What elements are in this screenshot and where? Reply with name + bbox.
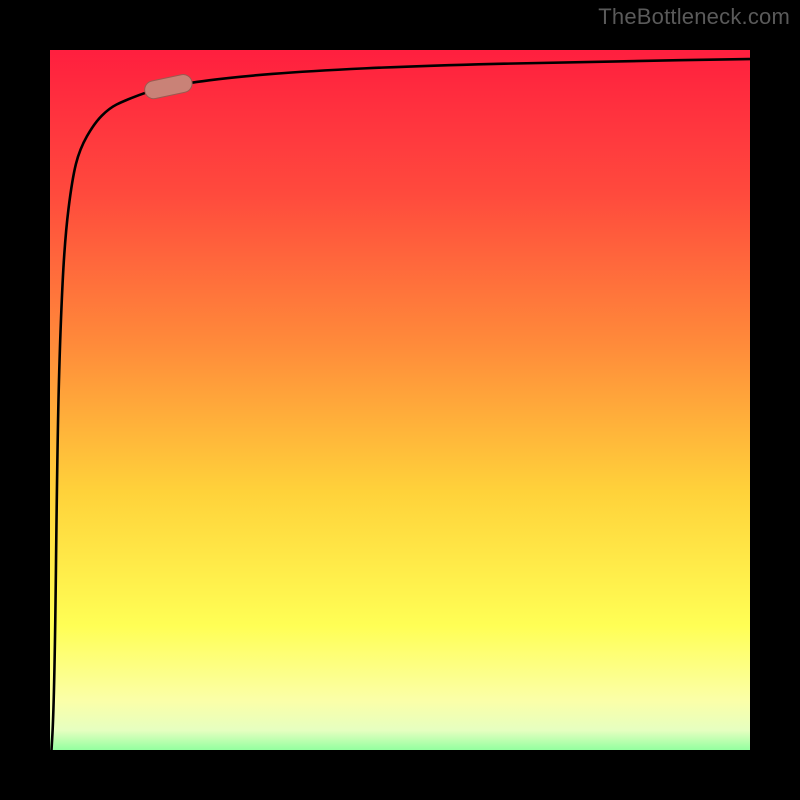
curve-layer [50, 30, 790, 775]
chart-stage: TheBottleneck.com [0, 0, 800, 800]
curve-marker [143, 73, 194, 100]
attribution-label: TheBottleneck.com [598, 4, 790, 30]
plot-area [50, 30, 790, 775]
bottleneck-curve-path [50, 58, 790, 775]
